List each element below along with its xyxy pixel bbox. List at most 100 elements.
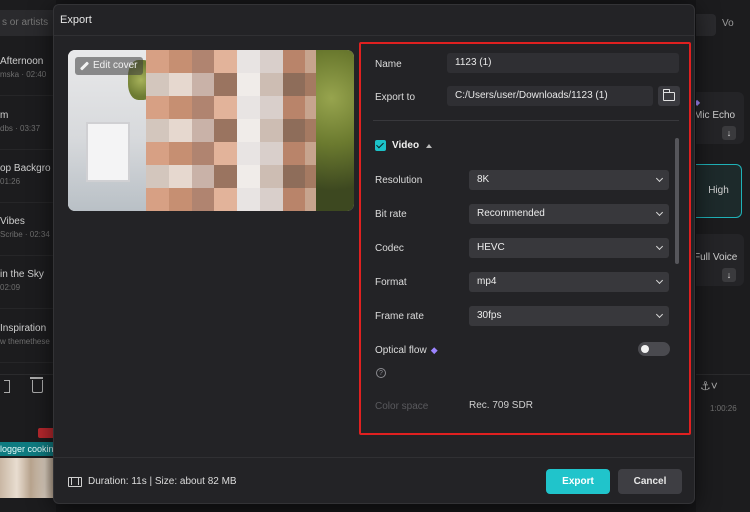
bg-search-input[interactable]: s or artists	[0, 10, 56, 36]
export-button[interactable]: Export	[546, 469, 610, 494]
bg-track-sub: Scribe · 02:34	[0, 230, 50, 239]
mosaic-cell	[168, 73, 192, 96]
bit-rate-select[interactable]: Recommended	[469, 204, 669, 224]
bg-timeline-toolbar	[0, 374, 56, 398]
export-path-input[interactable]: C:/Users/user/Downloads/1123 (1)	[447, 86, 653, 106]
mosaic-cell	[168, 50, 192, 73]
codec-select[interactable]: HEVC	[469, 238, 669, 258]
frame-rate-value: 30fps	[477, 310, 502, 321]
mosaic-cell	[146, 96, 169, 119]
dialog-title: Export	[60, 14, 92, 26]
mosaic-cell	[214, 142, 237, 165]
optical-flow-toggle[interactable]	[638, 342, 670, 356]
mosaic-cell	[146, 50, 169, 73]
bit-rate-value: Recommended	[477, 208, 545, 219]
mosaic-cell	[214, 165, 237, 188]
frame-rate-select[interactable]: 30fps	[469, 306, 669, 326]
resolution-select[interactable]: 8K	[469, 170, 669, 190]
pencil-icon	[79, 61, 90, 72]
bg-voice-card-selected[interactable]: High	[696, 164, 742, 218]
background-right-panel: Vo ◆ Mic Echo ↓ High Full Voice ↓ ⚓˅ 1:0…	[696, 0, 750, 512]
collapse-caret-icon[interactable]	[426, 143, 433, 148]
cancel-button[interactable]: Cancel	[618, 469, 682, 494]
bg-track-item[interactable]: op Backgro 01:26	[0, 157, 56, 203]
optical-flow-text: Optical flow	[375, 345, 427, 356]
bg-right-tab[interactable]: Vo	[722, 18, 734, 29]
edit-cover-label: Edit cover	[93, 60, 138, 71]
mosaic-cell	[168, 188, 192, 211]
video-checkbox[interactable]	[375, 140, 386, 151]
bg-track-item[interactable]: in the Sky 02:09	[0, 263, 56, 309]
name-label: Name	[375, 59, 402, 70]
mosaic-cell	[191, 165, 215, 188]
mosaic-cell	[146, 188, 169, 211]
mosaic-cell	[237, 96, 260, 119]
bg-right-search[interactable]	[696, 14, 716, 36]
folder-icon	[663, 89, 675, 101]
mosaic-cell	[259, 165, 283, 188]
bg-track-item[interactable]: m dbs · 03:37	[0, 104, 56, 150]
export-to-label: Export to	[375, 92, 416, 103]
chevron-down-icon	[655, 276, 664, 285]
mosaic-cell	[259, 73, 283, 96]
preview-plant	[316, 50, 354, 211]
mosaic-cell	[259, 188, 283, 211]
bg-voice-card[interactable]: Full Voice ↓	[696, 234, 744, 286]
mosaic-cell	[214, 119, 237, 142]
name-input[interactable]: 1123 (1)	[447, 53, 679, 73]
bg-right-toolbar: ⚓˅	[696, 374, 750, 398]
bg-track-sub: dbs · 03:37	[0, 124, 41, 133]
mosaic-cell	[214, 50, 237, 73]
bg-track-sub: 02:09	[0, 283, 21, 292]
mosaic-cell	[282, 73, 306, 96]
mosaic-cell	[168, 96, 192, 119]
split-icon[interactable]	[4, 380, 10, 393]
mosaic-cell	[146, 119, 169, 142]
mosaic-cell	[237, 73, 260, 96]
mosaic-cell	[237, 142, 260, 165]
bg-track-item[interactable]: Vibes Scribe · 02:34	[0, 210, 56, 256]
mosaic-cell	[191, 96, 215, 119]
export-dialog: Export Edit cover Name 1123 (1) Export t…	[53, 4, 695, 504]
bg-track-item[interactable]: Afternoon mska · 02:40	[0, 50, 56, 96]
bg-voice-card[interactable]: ◆ Mic Echo ↓	[696, 92, 744, 144]
chevron-down-icon	[655, 242, 664, 251]
edit-cover-button[interactable]: Edit cover	[75, 57, 144, 75]
mosaic-cell	[191, 142, 215, 165]
mosaic-cell	[237, 50, 260, 73]
bg-track-sub: mska · 02:40	[0, 70, 47, 79]
mosaic-cell	[191, 50, 215, 73]
bg-track-title: op Backgro	[0, 163, 51, 174]
mosaic-cell	[146, 73, 169, 96]
mosaic-cell	[282, 188, 306, 211]
export-info: Duration: 11s | Size: about 82 MB	[68, 476, 237, 487]
browse-folder-button[interactable]	[658, 86, 680, 106]
mosaic-cell	[146, 142, 169, 165]
trash-icon[interactable]	[30, 377, 43, 393]
footer-divider	[54, 457, 694, 458]
speaker-split-icon[interactable]: ⚓˅	[700, 379, 718, 393]
download-icon[interactable]: ↓	[722, 268, 736, 282]
mosaic-cell	[259, 96, 283, 119]
mosaic-cell	[214, 73, 237, 96]
bg-voice-label: Mic Echo	[696, 110, 736, 121]
resolution-value: 8K	[477, 174, 490, 185]
mosaic-cell	[259, 142, 283, 165]
bg-track-item[interactable]: Inspiration w themethese	[0, 317, 56, 363]
download-icon[interactable]: ↓	[722, 126, 736, 140]
bg-timecode: 1:00:26	[710, 404, 737, 413]
mosaic-cell	[259, 119, 283, 142]
bg-clip-label[interactable]: logger cookin	[0, 442, 56, 456]
settings-scrollbar[interactable]	[675, 138, 679, 264]
video-preview[interactable]: Edit cover	[68, 50, 354, 211]
video-section-header[interactable]: Video	[375, 140, 433, 151]
chevron-down-icon	[655, 310, 664, 319]
bg-track-sub: w themethese	[0, 337, 50, 346]
bg-track-sub: 01:26	[0, 177, 21, 186]
chevron-down-icon	[655, 174, 664, 183]
bg-clip-thumbnail[interactable]	[0, 458, 56, 498]
help-icon[interactable]: ?	[376, 368, 386, 378]
bg-track-title: in the Sky	[0, 269, 44, 280]
format-select[interactable]: mp4	[469, 272, 669, 292]
bg-track-title: Inspiration	[0, 323, 47, 334]
